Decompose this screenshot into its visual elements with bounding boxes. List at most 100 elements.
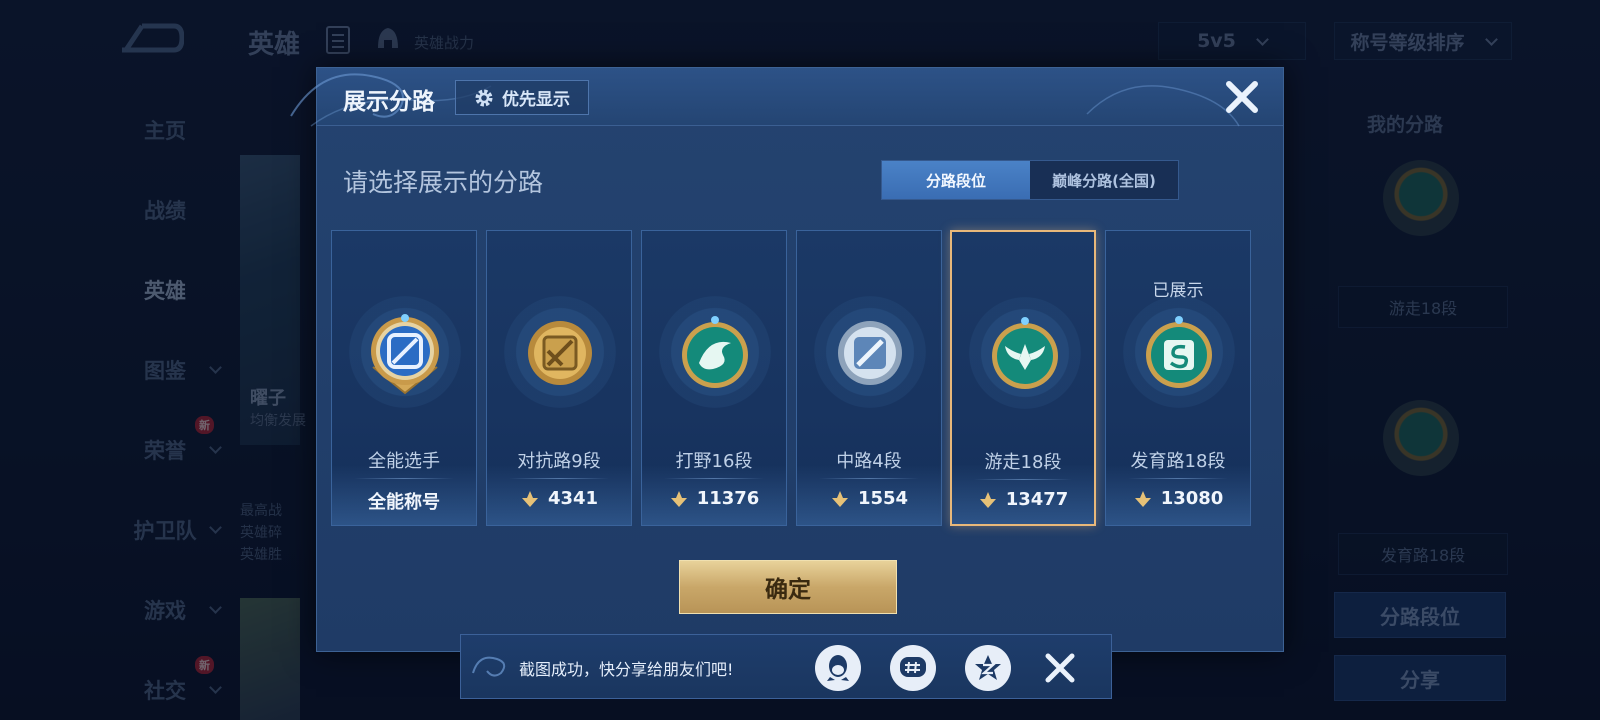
- hero-power-label[interactable]: 英雄战力: [414, 32, 474, 53]
- helmet-icon: [378, 28, 398, 48]
- hero-stat-line: 英雄碎: [240, 525, 282, 541]
- back-icon[interactable]: [118, 20, 184, 56]
- nav-item-records[interactable]: 战绩: [100, 170, 230, 250]
- share-topic-button[interactable]: [890, 645, 936, 691]
- close-icon[interactable]: [1221, 76, 1263, 118]
- lane-card-all-round[interactable]: 全能选手 全能称号: [331, 230, 477, 526]
- clash-lane-medal-icon: [528, 321, 592, 385]
- mode-select[interactable]: 5v5: [1158, 22, 1306, 60]
- screenshot-toast: 截图成功，快分享给朋友们吧!: [460, 634, 1112, 699]
- mid-lane-medal-icon: [838, 321, 902, 385]
- lane-score: 13080: [1106, 488, 1250, 509]
- lane-card-roam[interactable]: 游走18段 13477: [950, 230, 1096, 526]
- nav-item-honor[interactable]: 荣誉新: [100, 410, 230, 490]
- lane-rank: 全能选手: [368, 451, 440, 472]
- qq-icon: [827, 655, 849, 681]
- nav-item-label: 主页: [144, 119, 186, 143]
- card-divider: [1128, 478, 1228, 479]
- qzone-star-icon: [975, 655, 1001, 680]
- chevron-down-icon: [209, 361, 222, 374]
- tab-peak-lane[interactable]: 巅峰分路(全国): [1030, 161, 1178, 199]
- hero-stat-line: 英雄胜: [240, 547, 282, 563]
- my-lanes-title: 我的分路: [1367, 114, 1444, 136]
- sort-select[interactable]: 称号等级排序: [1334, 22, 1512, 60]
- list-icon[interactable]: [326, 26, 350, 54]
- card-divider: [819, 478, 919, 479]
- toast-message: 截图成功，快分享给朋友们吧!: [519, 660, 734, 679]
- mode-select-value: 5v5: [1197, 30, 1236, 52]
- nav-item-label: 战绩: [144, 199, 186, 223]
- lane-score-value: 11376: [696, 488, 760, 509]
- card-divider: [974, 479, 1072, 480]
- modal-subtitle: 请选择展示的分路: [343, 168, 544, 197]
- lane-score: 1554: [797, 488, 941, 509]
- lane-point-icon: [1134, 490, 1151, 507]
- chevron-down-icon: [209, 681, 222, 694]
- card-divider: [664, 478, 764, 479]
- jungle-medal-icon: [682, 316, 748, 388]
- close-icon[interactable]: [1041, 649, 1079, 687]
- cloud-swirl-decoration: [1086, 85, 1240, 127]
- nav-item-codex[interactable]: 图鉴: [100, 330, 230, 410]
- share-button[interactable]: 分享: [1334, 655, 1506, 701]
- card-divider: [354, 478, 454, 479]
- lane-card-list: 全能选手 全能称号 对抗路9段 4341 打野16段 11376 中路4段 15…: [331, 230, 1271, 526]
- gear-icon: [475, 89, 493, 106]
- chevron-down-icon: [1484, 32, 1498, 46]
- lane-score-value: 全能称号: [368, 492, 440, 513]
- nav-item-label: 游戏: [144, 599, 186, 623]
- chevron-down-icon: [1256, 32, 1269, 46]
- share-qq-button[interactable]: [815, 645, 861, 691]
- topic-icon: [900, 657, 926, 677]
- lane-point-icon: [979, 491, 996, 508]
- priority-display-label: 优先显示: [502, 90, 570, 110]
- nav-item-label: 英雄: [144, 279, 186, 303]
- nav-item-social[interactable]: 社交新: [100, 650, 230, 720]
- card-divider: [509, 478, 609, 479]
- nav-item-label: 护卫队: [133, 519, 197, 543]
- roam-medal-icon: [1383, 160, 1459, 236]
- lane-card-mid[interactable]: 中路4段 1554: [796, 230, 942, 526]
- lane-slot-label[interactable]: 发育路18段: [1338, 533, 1508, 575]
- all-round-medal-icon: [371, 314, 439, 395]
- nav-item-home[interactable]: 主页: [100, 90, 230, 170]
- nav-item-games[interactable]: 游戏: [100, 570, 230, 650]
- new-badge: 新: [195, 416, 214, 434]
- nav-item-heroes[interactable]: 英雄: [100, 250, 230, 330]
- farm-lane-medal-icon: [1383, 400, 1459, 476]
- share-qzone-button[interactable]: [965, 645, 1011, 691]
- cloud-swirl-decoration: [472, 656, 506, 677]
- modal-title: 展示分路: [343, 89, 435, 115]
- lane-score: 全能称号: [332, 488, 476, 514]
- nav-item-guard[interactable]: 护卫队: [100, 490, 230, 570]
- tab-lane-rank[interactable]: 分路段位: [882, 161, 1030, 199]
- chevron-down-icon: [209, 521, 222, 534]
- lane-score: 11376: [642, 488, 786, 509]
- lane-slot-label[interactable]: 游走18段: [1338, 286, 1508, 328]
- sidebar-nav: 主页 战绩 英雄 图鉴 荣誉新 护卫队 游戏 社交新: [100, 90, 230, 720]
- confirm-button[interactable]: 确定: [679, 560, 897, 614]
- lane-point-icon: [831, 490, 848, 507]
- rank-type-tabs: 分路段位 巅峰分路(全国): [881, 160, 1179, 200]
- nav-item-label: 图鉴: [144, 359, 186, 383]
- nav-item-label: 社交: [144, 679, 186, 703]
- lane-point-icon: [670, 490, 687, 507]
- hero-stat-line: 最高战: [240, 503, 282, 519]
- lane-rank: 游走18段: [984, 452, 1062, 473]
- sort-select-value: 称号等级排序: [1350, 31, 1465, 54]
- lane-rank: 中路4段: [836, 451, 902, 472]
- lane-rank-button[interactable]: 分路段位: [1334, 592, 1506, 638]
- hero-name: 曜子: [250, 388, 286, 409]
- chevron-down-icon: [209, 441, 222, 454]
- lane-rank: 打野16段: [675, 451, 753, 472]
- roam-medal-icon: [992, 317, 1058, 389]
- lane-score-value: 1554: [857, 488, 909, 509]
- lane-card-farm[interactable]: 已展示 发育路18段 13080: [1105, 230, 1251, 526]
- lane-display-modal: 展示分路 优先显示 请选择展示的分路 分路段位 巅峰分路(全国) 全能选手 全能…: [290, 67, 1284, 652]
- lane-rank: 对抗路9段: [517, 451, 601, 472]
- priority-display-button[interactable]: 优先显示: [455, 80, 589, 115]
- lane-card-clash[interactable]: 对抗路9段 4341: [486, 230, 632, 526]
- hero-portrait[interactable]: [240, 598, 300, 720]
- farm-lane-medal-icon: [1146, 316, 1212, 388]
- lane-card-jungle[interactable]: 打野16段 11376: [641, 230, 787, 526]
